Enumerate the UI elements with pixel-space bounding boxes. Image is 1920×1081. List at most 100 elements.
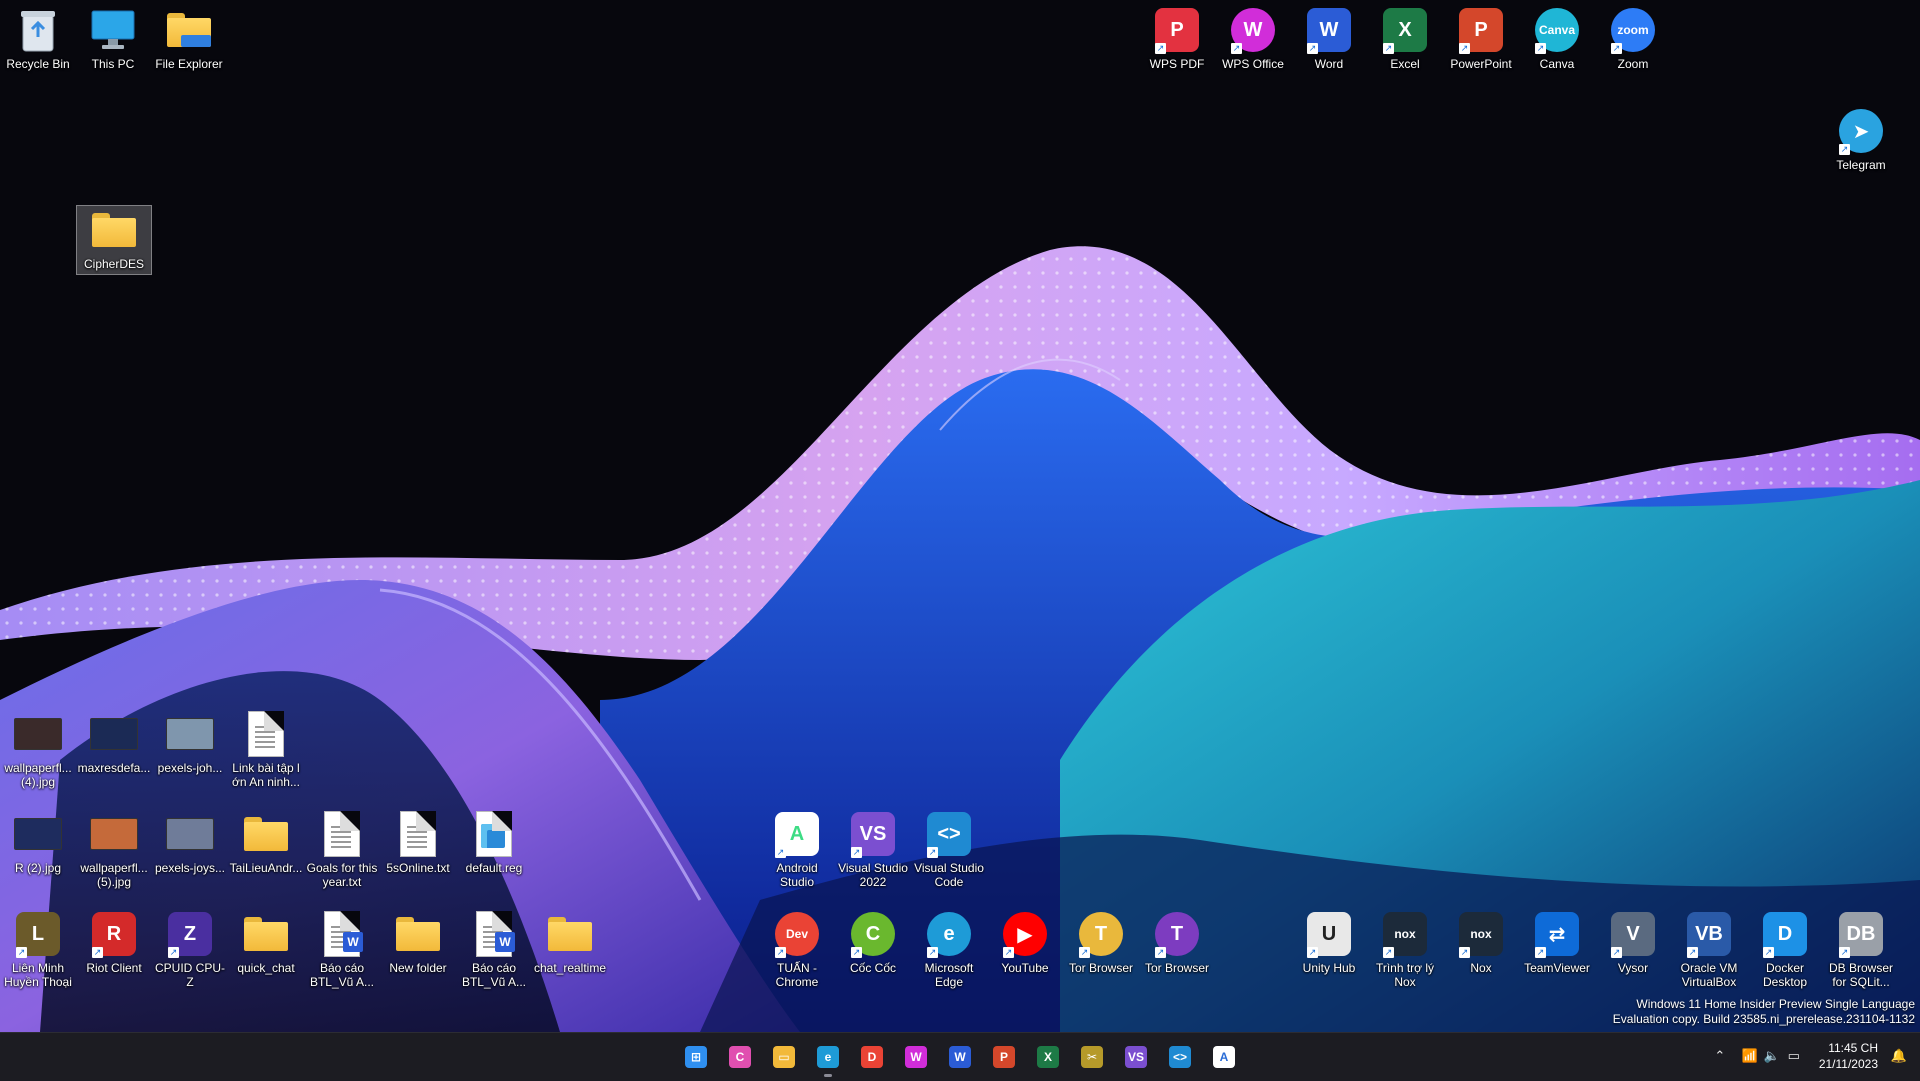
wifi-icon[interactable]: 📶 <box>1739 1048 1761 1064</box>
desktop-icon-visual-studio-code[interactable]: <> ↗ Visual Studio Code <box>912 810 986 889</box>
desktop-icon-unity-hub[interactable]: U ↗ Unity Hub <box>1292 910 1366 975</box>
desktop-icon-recycle-bin[interactable]: Recycle Bin <box>1 6 75 71</box>
desktop-icon-docker-desktop[interactable]: D ↗ Docker Desktop <box>1748 910 1822 989</box>
desktop-icon-link-bai-tap-l-on-an-ninh[interactable]: Link bài tập l ớn An ninh... <box>229 710 303 789</box>
clock[interactable]: 11:45 CH 21/11/2023 <box>1819 1040 1878 1072</box>
desktop-icon-label: Goals for this year.txt <box>306 861 378 889</box>
shortcut-arrow-icon: ↗ <box>1155 947 1166 958</box>
desktop-icon-nox[interactable]: nox ↗ Nox <box>1444 910 1518 975</box>
desktop-icon-word[interactable]: W ↗ Word <box>1292 6 1366 71</box>
desktop-icon-label: Docker Desktop <box>1762 961 1808 989</box>
desktop-icon-teamviewer[interactable]: ⇄ ↗ TeamViewer <box>1520 910 1594 975</box>
desktop-icon-pexels-joys[interactable]: pexels-joys... <box>153 810 227 875</box>
desktop-icon-pexels-joh[interactable]: pexels-joh... <box>153 710 227 775</box>
taskbar-app-glyph: ✂ <box>1081 1046 1103 1068</box>
desktop-icon-file-explorer[interactable]: File Explorer <box>152 6 226 71</box>
desktop-icon-label: Riot Client <box>86 961 142 975</box>
desktop-icon-wallpaperfl-4-jpg[interactable]: wallpaperfl... (4).jpg <box>1 710 75 789</box>
desktop-icon-label: Tor Browser <box>1144 961 1209 975</box>
coc-coc-app-icon: C ↗ <box>849 910 897 958</box>
chevron-up-icon[interactable]: ⌃ <box>1709 1048 1731 1064</box>
desktop-icon-wps-office[interactable]: W ↗ WPS Office <box>1216 6 1290 71</box>
microsoft-edge-app-icon: e ↗ <box>925 910 973 958</box>
desktop-icon-r-2-jpg[interactable]: R (2).jpg <box>1 810 75 875</box>
wps-office-icon[interactable]: W <box>900 1041 932 1073</box>
folder-icon <box>242 810 290 858</box>
shortcut-arrow-icon: ↗ <box>1003 947 1014 958</box>
taskbar-app-glyph: X <box>1037 1046 1059 1068</box>
desktop-icon-tuan-chrome[interactable]: Dev ↗ TUẤN - Chrome <box>760 910 834 989</box>
desktop-icon-vysor[interactable]: V ↗ Vysor <box>1596 910 1670 975</box>
desktop-icon-new-folder[interactable]: New folder <box>381 910 455 975</box>
excel-icon[interactable]: X <box>1032 1041 1064 1073</box>
desktop-icon-label: WPS PDF <box>1149 57 1205 71</box>
desktop-icon-bao-cao-btl-vu-a[interactable]: W Báo cáo BTL_Vũ A... <box>305 910 379 989</box>
desktop-icon-5sonline-txt[interactable]: 5sOnline.txt <box>381 810 455 875</box>
copilot-icon[interactable]: C <box>724 1041 756 1073</box>
desktop-icon-chat-realtime[interactable]: chat_realtime <box>533 910 607 975</box>
desktop-icon-label: Cốc Cốc <box>849 961 896 975</box>
desktop-icon-label: Canva <box>1539 57 1575 71</box>
desktop-icon-quick-chat[interactable]: quick_chat <box>229 910 303 975</box>
desktop-icon-label: Báo cáo BTL_Vũ A... <box>309 961 375 989</box>
desktop-icon-cipherdes[interactable]: CipherDES <box>76 205 152 275</box>
word-app-icon: W ↗ <box>1305 6 1353 54</box>
start-icon[interactable]: ⊞ <box>680 1041 712 1073</box>
word-icon[interactable]: W <box>944 1041 976 1073</box>
recycle-bin-icon <box>14 6 62 54</box>
desktop-icon-db-browser-for-sqlit[interactable]: DB ↗ DB Browser for SQLit... <box>1824 910 1898 989</box>
desktop-icon-label: maxresdefa... <box>77 761 151 775</box>
desktop-icon-excel[interactable]: X ↗ Excel <box>1368 6 1442 71</box>
shortcut-arrow-icon: ↗ <box>1611 43 1622 54</box>
desktop-icon-lien-minh-huyen-thoai[interactable]: L ↗ Liên Minh Huyền Thoại <box>1 910 75 989</box>
desktop-icon-telegram[interactable]: ➤ ↗ Telegram <box>1824 107 1898 172</box>
system-tray: ⌃ 📶 🔈 ▭ 11:45 CH 21/11/2023 🔔 <box>1709 1032 1910 1080</box>
text-document-icon <box>318 810 366 858</box>
shortcut-arrow-icon: ↗ <box>775 947 786 958</box>
desktop-icon-maxresdefa[interactable]: maxresdefa... <box>77 710 151 775</box>
desktop-icon-label: wallpaperfl... (4).jpg <box>4 761 72 789</box>
desktop-icon-microsoft-edge[interactable]: e ↗ Microsoft Edge <box>912 910 986 989</box>
desktop-icon-trinh-tro-ly-nox[interactable]: nox ↗ Trình trợ lý Nox <box>1368 910 1442 989</box>
desktop-icon-android-studio[interactable]: A ↗ Android Studio <box>760 810 834 889</box>
desktop-icon-this-pc[interactable]: This PC <box>76 6 150 71</box>
snipping-icon[interactable]: ✂ <box>1076 1041 1108 1073</box>
riot-client-app-icon: R ↗ <box>90 910 138 958</box>
desktop-icon-oracle-vm-virtualbox[interactable]: VB ↗ Oracle VM VirtualBox <box>1672 910 1746 989</box>
file-explorer-icon[interactable]: ▭ <box>768 1041 800 1073</box>
desktop-icon-tor-browser[interactable]: T ↗ Tor Browser <box>1140 910 1214 975</box>
desktop-icon-youtube[interactable]: ▶ ↗ YouTube <box>988 910 1062 975</box>
text-document-icon <box>394 810 442 858</box>
desktop-icon-canva[interactable]: Canva ↗ Canva <box>1520 6 1594 71</box>
oracle-vm-virtualbox-app-icon: VB ↗ <box>1685 910 1733 958</box>
visual-studio-icon[interactable]: VS <box>1120 1041 1152 1073</box>
desktop-icon-zoom[interactable]: zoom ↗ Zoom <box>1596 6 1670 71</box>
desktop-icon-powerpoint[interactable]: P ↗ PowerPoint <box>1444 6 1518 71</box>
desktop-icon-wps-pdf[interactable]: P ↗ WPS PDF <box>1140 6 1214 71</box>
folder-icon <box>242 910 290 958</box>
desktop-icon-goals-for-this-year-txt[interactable]: Goals for this year.txt <box>305 810 379 889</box>
desktop-icon-default-reg[interactable]: default.reg <box>457 810 531 875</box>
volume-icon[interactable]: 🔈 <box>1761 1048 1783 1064</box>
powerpoint-icon[interactable]: P <box>988 1041 1020 1073</box>
android-studio-icon[interactable]: A <box>1208 1041 1240 1073</box>
vscode-icon[interactable]: <> <box>1164 1041 1196 1073</box>
image-thumbnail-icon <box>14 810 62 858</box>
desktop-icon-cpuid-cpu-z[interactable]: Z ↗ CPUID CPU-Z <box>153 910 227 989</box>
battery-icon[interactable]: ▭ <box>1783 1048 1805 1064</box>
chrome-dev-icon[interactable]: D <box>856 1041 888 1073</box>
desktop-icon-bao-cao-btl-vu-a[interactable]: W Báo cáo BTL_Vũ A... <box>457 910 531 989</box>
notification-bell-icon[interactable]: 🔔 <box>1888 1048 1910 1064</box>
desktop-icon-wallpaperfl-5-jpg[interactable]: wallpaperfl... (5).jpg <box>77 810 151 889</box>
text-document-icon <box>242 710 290 758</box>
tuan-chrome-app-icon: Dev ↗ <box>773 910 821 958</box>
desktop-icon-coc-coc[interactable]: C ↗ Cốc Cốc <box>836 910 910 975</box>
zoom-app-icon: zoom ↗ <box>1609 6 1657 54</box>
desktop-icon-visual-studio-2022[interactable]: VS ↗ Visual Studio 2022 <box>836 810 910 889</box>
shortcut-arrow-icon: ↗ <box>1459 43 1470 54</box>
desktop-icon-tor-browser[interactable]: T ↗ Tor Browser <box>1064 910 1138 975</box>
desktop-icon-tailieuandr[interactable]: TaiLieuAndr... <box>229 810 303 875</box>
desktop-icon-label: Visual Studio Code <box>914 861 984 889</box>
desktop-icon-riot-client[interactable]: R ↗ Riot Client <box>77 910 151 975</box>
edge-icon[interactable]: e <box>812 1041 844 1077</box>
